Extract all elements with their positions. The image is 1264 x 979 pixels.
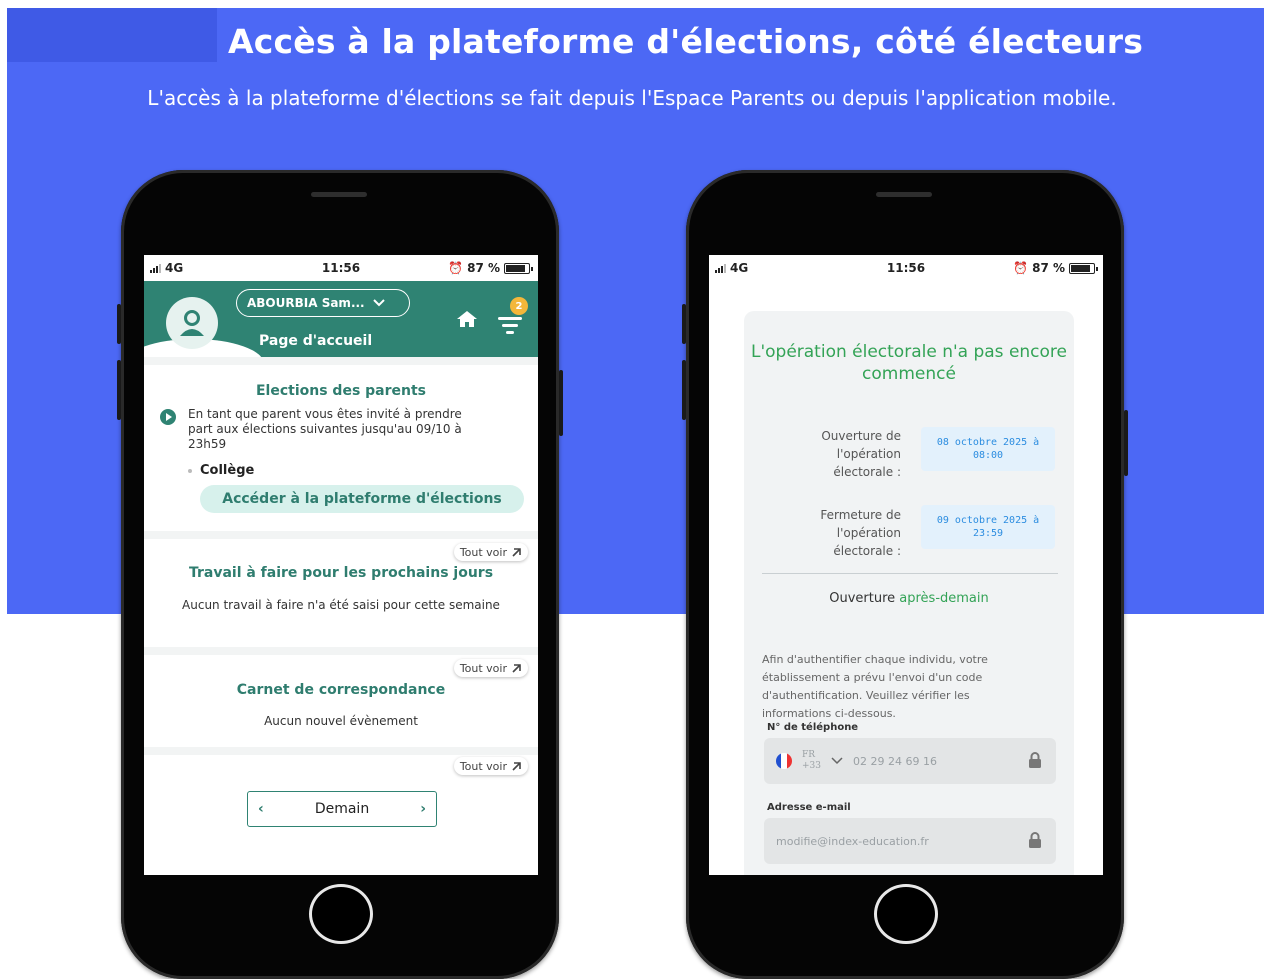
email-label: Adresse e-mail xyxy=(767,802,851,813)
notification-badge: 2 xyxy=(510,297,528,315)
see-all-agenda-button[interactable]: Tout voir xyxy=(453,757,528,775)
access-elections-button[interactable]: Accéder à la plateforme d'élections xyxy=(200,485,524,513)
opening-label: Ouverture de l'opération électorale : xyxy=(821,429,901,479)
see-all-correspondence-button[interactable]: Tout voir xyxy=(453,659,528,677)
correspondence-title: Carnet de correspondance xyxy=(236,682,446,698)
user-name: ABOURBIA Sam... xyxy=(247,296,365,310)
volume-button xyxy=(117,360,121,420)
battery-percent: 87 % xyxy=(1032,261,1065,275)
see-all-label: Tout voir xyxy=(459,759,507,773)
left-screen: 4G 11:56 ⏰ 87 % ABOURBIA Sam... Page d'a… xyxy=(144,255,538,875)
right-screen: 4G 11:56 ⏰ 87 % L'opération électorale n… xyxy=(709,255,1103,875)
status-bar: 4G 11:56 ⏰ 87 % xyxy=(709,255,1103,281)
volume-button xyxy=(682,360,686,420)
page-subtitle: L'accès à la plateforme d'élections se f… xyxy=(147,86,1117,110)
see-all-homework-button[interactable]: Tout voir xyxy=(453,543,528,561)
phone-field[interactable]: FR +33 02 29 24 69 16 xyxy=(764,738,1056,784)
correspondence-empty: Aucun nouvel évènement xyxy=(264,714,418,728)
closing-label: Fermeture de l'opération électorale : xyxy=(820,508,901,558)
homework-title: Travail à faire pour les prochains jours xyxy=(188,565,494,581)
election-item: Collège xyxy=(188,463,254,478)
country-code-label: FR xyxy=(802,750,816,760)
elections-title: Elections des parents xyxy=(255,383,427,399)
page-title: Accès à la plateforme d'élections, côté … xyxy=(228,22,1144,61)
battery-icon xyxy=(1069,262,1098,274)
card-divider xyxy=(762,573,1058,574)
mute-switch xyxy=(682,304,686,344)
phone-right: 4G 11:56 ⏰ 87 % L'opération électorale n… xyxy=(682,170,1128,979)
closing-date: 09 octobre 2025 à 23:59 xyxy=(921,505,1055,549)
power-button xyxy=(559,370,563,436)
opening-when: après-demain xyxy=(899,591,989,606)
email-value: modifie@index-education.fr xyxy=(776,834,929,848)
arrow-up-right-icon xyxy=(512,547,521,557)
home-button[interactable] xyxy=(874,884,938,944)
banner-notch xyxy=(7,8,217,62)
election-item-label: Collège xyxy=(200,463,255,478)
lock-icon xyxy=(1029,752,1041,768)
next-day-button[interactable]: › xyxy=(420,801,426,817)
phone-label: N° de téléphone xyxy=(767,722,859,733)
chevron-down-icon[interactable] xyxy=(831,757,843,765)
arrow-up-right-icon xyxy=(512,761,521,771)
opening-countdown: Ouverture après-demain xyxy=(744,591,1074,606)
homework-empty: Aucun travail à faire n'a été saisi pour… xyxy=(182,598,500,612)
battery-icon xyxy=(504,262,533,274)
section-divider xyxy=(144,747,538,755)
alarm-icon: ⏰ xyxy=(448,261,464,275)
see-all-label: Tout voir xyxy=(459,545,507,559)
alarm-icon: ⏰ xyxy=(1013,261,1029,275)
power-button xyxy=(1124,410,1128,476)
speaker-grille xyxy=(311,192,367,197)
election-status-title: L'opération électorale n'a pas encore co… xyxy=(750,342,1067,384)
opening-date: 08 octobre 2025 à 08:00 xyxy=(921,427,1055,471)
day-label: Demain xyxy=(314,801,370,817)
status-bar: 4G 11:56 ⏰ 87 % xyxy=(144,255,538,281)
section-divider xyxy=(144,647,538,655)
app-header: ABOURBIA Sam... Page d'accueil 2 xyxy=(144,281,538,357)
mute-switch xyxy=(117,304,121,344)
home-icon[interactable] xyxy=(456,309,478,329)
opening-prefix: Ouverture xyxy=(829,591,896,606)
prev-day-button[interactable]: ‹ xyxy=(258,801,264,817)
home-button[interactable] xyxy=(309,884,373,944)
user-selector[interactable]: ABOURBIA Sam... xyxy=(236,289,410,317)
france-flag-icon xyxy=(776,753,792,769)
battery-percent: 87 % xyxy=(467,261,500,275)
country-code: FR +33 xyxy=(802,750,821,772)
day-navigator: ‹ Demain › xyxy=(247,791,437,827)
app-page-title: Page d'accueil xyxy=(259,333,373,349)
arrow-up-right-icon xyxy=(512,663,521,673)
phone-left: 4G 11:56 ⏰ 87 % ABOURBIA Sam... Page d'a… xyxy=(117,170,563,979)
section-divider xyxy=(144,357,538,365)
dial-code-label: +33 xyxy=(802,761,821,771)
bullet-icon xyxy=(188,468,192,473)
chevron-down-icon xyxy=(372,299,385,307)
info-arrow-icon xyxy=(160,409,176,425)
speaker-grille xyxy=(876,192,932,197)
elections-info: En tant que parent vous êtes invité à pr… xyxy=(188,407,462,451)
avatar[interactable] xyxy=(166,297,218,349)
lock-icon xyxy=(1029,832,1041,848)
email-field[interactable]: modifie@index-education.fr xyxy=(764,818,1056,864)
see-all-label: Tout voir xyxy=(459,661,507,675)
auth-info: Afin d'authentifier chaque individu, vot… xyxy=(762,653,988,720)
user-icon xyxy=(180,310,204,336)
section-divider xyxy=(144,531,538,539)
phone-value: 02 29 24 69 16 xyxy=(853,754,937,768)
